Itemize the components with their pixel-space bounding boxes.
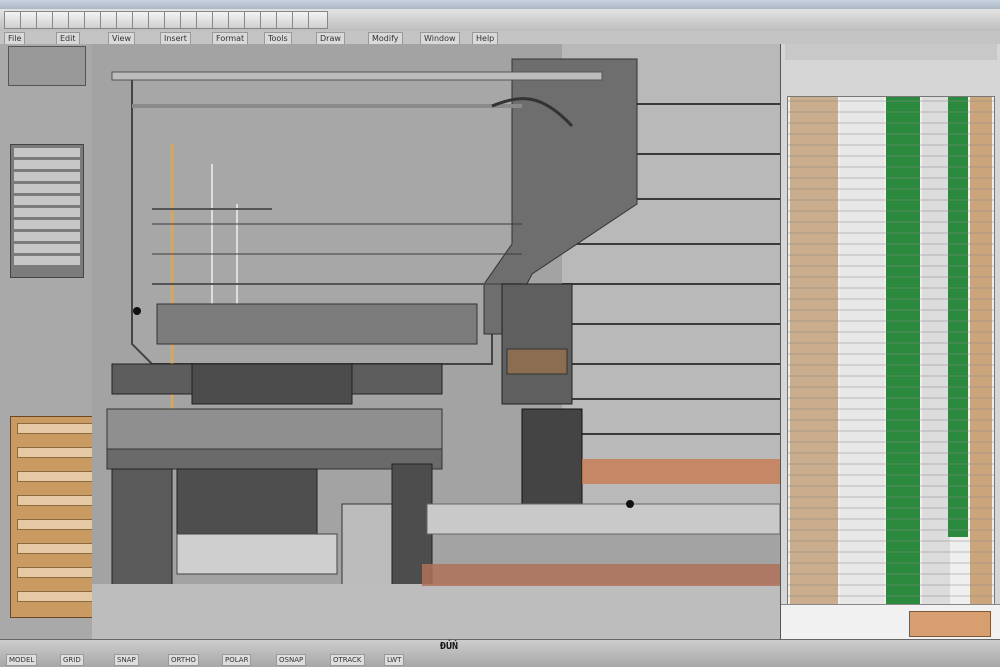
property-field[interactable] <box>17 543 101 554</box>
status-toggle-snap[interactable]: SNAP <box>114 654 139 666</box>
view-thumbnail[interactable] <box>8 46 86 86</box>
menu-bar: File Edit View Insert Format Tools Draw Modify W… <box>0 31 1000 45</box>
preview-panel <box>781 604 1000 640</box>
property-field[interactable] <box>17 447 101 458</box>
layer-row[interactable] <box>14 148 80 157</box>
layer-row[interactable] <box>14 244 80 253</box>
status-toggle-model[interactable]: MODEL <box>6 654 38 666</box>
right-panel-toolbar <box>785 44 997 60</box>
status-toggle-lwt[interactable]: LWT <box>384 654 405 666</box>
layer-row[interactable] <box>14 160 80 169</box>
layer-row[interactable] <box>14 184 80 193</box>
property-field[interactable] <box>17 423 101 434</box>
status-toggle-otrack[interactable]: OTRACK <box>330 654 365 666</box>
main-toolbar <box>0 9 1000 32</box>
status-bar: ĐÚŃ MODEL GRID SNAP ORTHO POLAR OSNAP OTRACK LW… <box>0 639 1000 667</box>
property-field[interactable] <box>17 495 101 506</box>
property-field[interactable] <box>17 471 101 482</box>
sheet-grid <box>788 97 994 623</box>
status-toggle-osnap[interactable]: OSNAP <box>276 654 307 666</box>
right-panel <box>780 44 1000 640</box>
property-field[interactable] <box>17 591 101 602</box>
layer-row[interactable] <box>14 232 80 241</box>
title-bar <box>0 0 1000 9</box>
data-sheet[interactable] <box>787 96 995 624</box>
sheet-header <box>787 68 887 78</box>
layer-row[interactable] <box>14 256 80 265</box>
viewport-canvas[interactable] <box>92 44 780 639</box>
render-tool-icon[interactable] <box>308 11 328 29</box>
status-toggle-ortho[interactable]: ORTHO <box>168 654 199 666</box>
status-toggle-polar[interactable]: POLAR <box>222 654 252 666</box>
layer-row[interactable] <box>14 172 80 181</box>
model-viewport[interactable] <box>92 44 780 639</box>
property-field[interactable] <box>17 519 101 530</box>
preview-thumbnail[interactable] <box>909 611 991 637</box>
layer-row[interactable] <box>14 208 80 217</box>
layer-row[interactable] <box>14 220 80 229</box>
layer-list[interactable] <box>10 144 84 278</box>
layer-row[interactable] <box>14 196 80 205</box>
coordinate-readout: ĐÚŃ <box>440 641 459 652</box>
property-field[interactable] <box>17 567 101 578</box>
status-toggle-grid[interactable]: GRID <box>60 654 84 666</box>
